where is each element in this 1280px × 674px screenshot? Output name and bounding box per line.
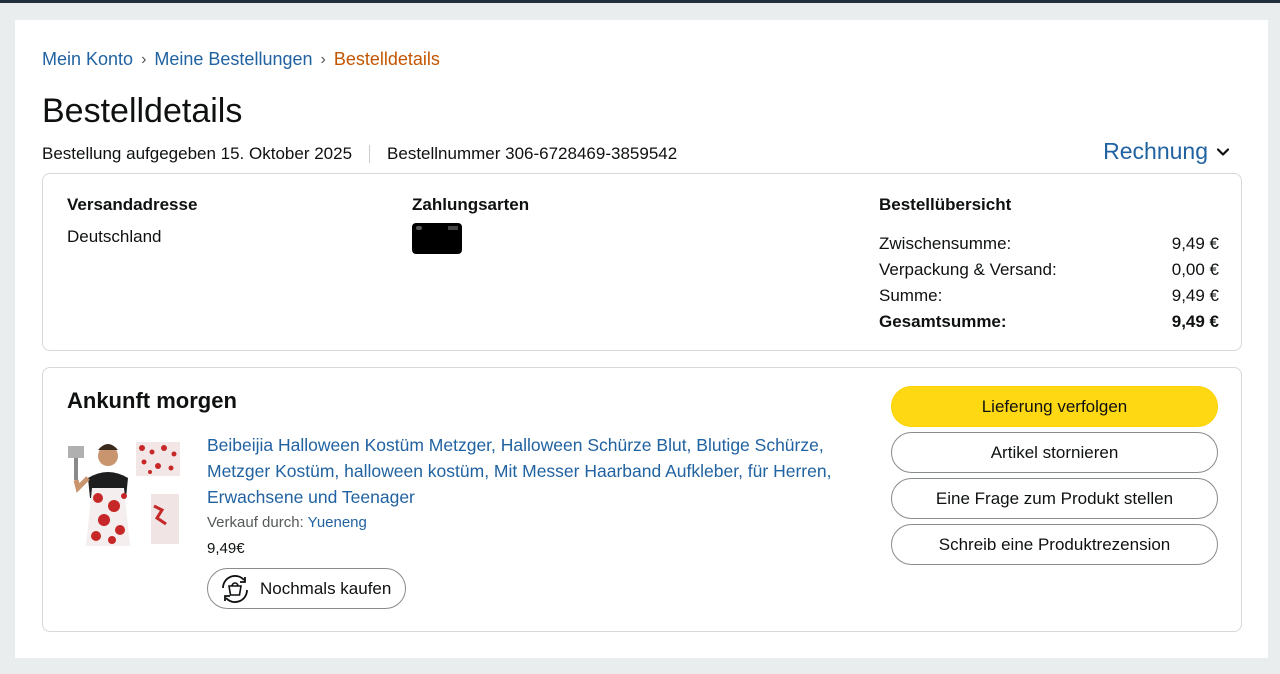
product-image[interactable]	[68, 436, 183, 551]
breadcrumb-separator: ›	[320, 50, 326, 68]
buy-again-button[interactable]: Nochmals kaufen	[207, 568, 407, 609]
page-title: Bestelldetails	[42, 92, 243, 130]
breadcrumb-my-account[interactable]: Mein Konto	[42, 49, 133, 70]
summary-heading: Bestellübersicht	[879, 195, 1012, 214]
order-number: Bestellnummer 306-6728469-3859542	[387, 144, 678, 163]
breadcrumb-current: Bestelldetails	[333, 49, 440, 69]
payment-card-icon	[412, 223, 462, 254]
order-meta: Bestellung aufgegeben 15. Oktober 2025 B…	[42, 144, 677, 164]
seller-link[interactable]: Yueneng	[308, 514, 367, 531]
shipping-address: Versandadresse Deutschland	[67, 195, 197, 247]
breadcrumb-my-orders[interactable]: Meine Bestellungen	[154, 49, 312, 70]
order-details-page: Mein Konto › Meine Bestellungen › Bestel…	[15, 20, 1268, 658]
meta-divider	[369, 145, 371, 163]
buy-again-label: Nochmals kaufen	[260, 578, 392, 598]
summary-row-total: Gesamtsumme: 9,49 €	[879, 312, 1219, 331]
chevron-down-icon	[1216, 147, 1230, 156]
payment-heading: Zahlungsarten	[412, 195, 530, 214]
top-bar	[0, 0, 1280, 3]
track-package-button[interactable]: Lieferung verfolgen	[891, 386, 1218, 427]
summary-row-shipping: Verpackung & Versand: 0,00 €	[879, 260, 1219, 279]
invoice-dropdown[interactable]: Rechnung	[1103, 138, 1230, 165]
invoice-label: Rechnung	[1103, 138, 1208, 164]
order-summary: Bestellübersicht Zwischensumme: 9,49 € V…	[879, 195, 1219, 335]
buy-again-icon	[222, 574, 248, 603]
delivery-status: Ankunft morgen	[67, 388, 237, 413]
breadcrumb: Mein Konto › Meine Bestellungen › Bestel…	[42, 49, 440, 70]
order-info-card: Versandadresse Deutschland Zahlungsarten…	[42, 173, 1242, 351]
breadcrumb-separator: ›	[141, 50, 147, 68]
seller-line: Verkauf durch: Yueneng	[207, 514, 367, 531]
sold-by-label: Verkauf durch:	[207, 514, 304, 531]
shipping-heading: Versandadresse	[67, 195, 198, 214]
payment-methods: Zahlungsarten	[412, 195, 529, 254]
order-date: Bestellung aufgegeben 15. Oktober 2025	[42, 144, 353, 163]
write-review-button[interactable]: Schreib eine Produktrezension	[891, 524, 1218, 565]
product-title-link[interactable]: Beibeijia Halloween Kostüm Metzger, Hall…	[207, 432, 867, 510]
cancel-item-button[interactable]: Artikel stornieren	[891, 432, 1218, 473]
shipping-country: Deutschland	[67, 227, 162, 246]
ask-question-button[interactable]: Eine Frage zum Produkt stellen	[891, 478, 1218, 519]
shipment-card: Ankunft morgen Beibeijia Halloween Kostü…	[42, 367, 1242, 632]
summary-row-subtotal: Zwischensumme: 9,49 €	[879, 234, 1219, 253]
product-price: 9,49€	[207, 540, 245, 557]
summary-row-sum: Summe: 9,49 €	[879, 286, 1219, 305]
